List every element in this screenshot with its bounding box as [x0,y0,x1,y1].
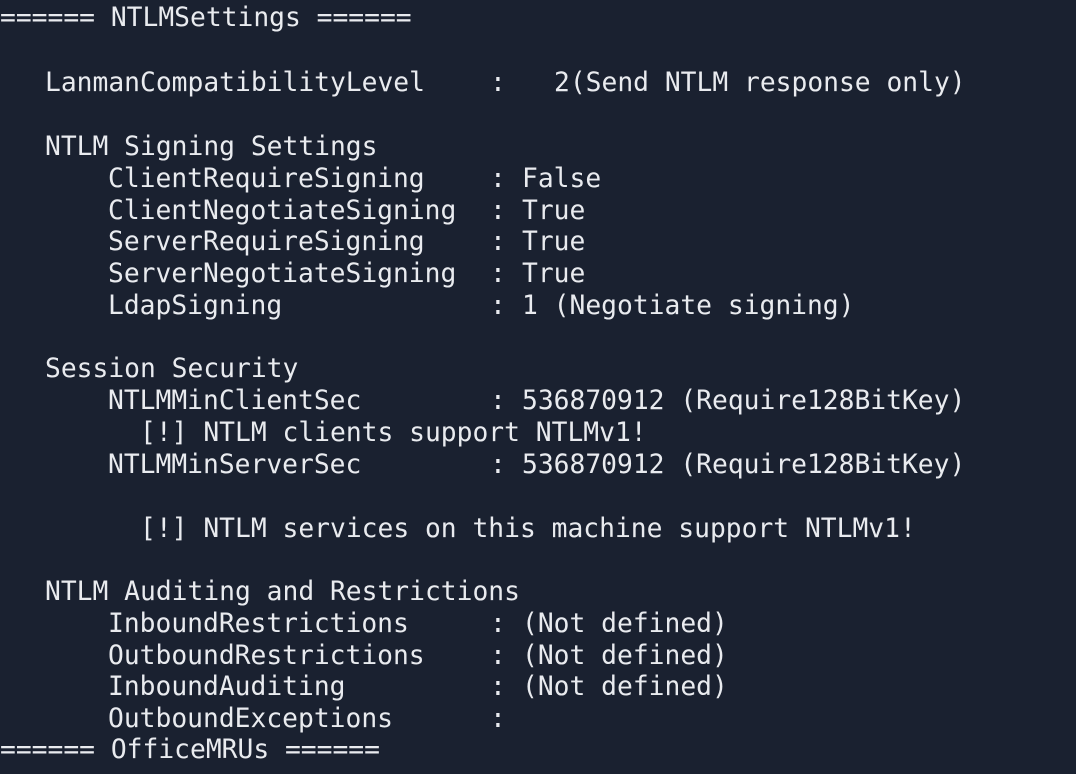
setting-value: (Not defined) [522,672,728,702]
setting-row-inbound-auditing: InboundAuditing : (Not defined) [0,671,728,703]
section-header-ntlmsettings: ====== NTLMSettings ====== [0,2,412,34]
setting-row-server-require-signing: ServerRequireSigning : True [0,226,585,258]
setting-row-ntlm-min-server-sec: NTLMMinServerSec : 536870912 (Require128… [0,449,965,481]
setting-separator: : [490,259,506,289]
group-heading-text: Session Security [45,354,299,384]
setting-row-client-negotiate-signing: ClientNegotiateSigning : True [0,195,585,227]
setting-separator: : [490,68,506,98]
setting-key: OutboundExceptions [108,704,393,734]
setting-row-ldap-signing: LdapSigning : 1 (Negotiate signing) [0,290,854,322]
setting-value: 536870912 (Require128BitKey) [522,386,966,416]
setting-separator: : [490,164,506,194]
setting-value: True [522,227,586,257]
setting-value: False [522,164,602,194]
setting-row-client-require-signing: ClientRequireSigning : False [0,163,601,195]
setting-key: InboundRestrictions [108,609,409,639]
warning-text: [!] NTLM clients support NTLMv1! [140,418,647,448]
setting-value: True [522,196,586,226]
setting-row-ntlm-min-client-sec: NTLMMinClientSec : 536870912 (Require128… [0,385,965,417]
group-heading-text: NTLM Signing Settings [45,132,378,162]
setting-row-server-negotiate-signing: ServerNegotiateSigning : True [0,258,585,290]
setting-key: NTLMMinClientSec [108,386,362,416]
warning-text: [!] NTLM services on this machine suppor… [140,514,916,544]
setting-row-outbound-exceptions: OutboundExceptions : [0,703,506,735]
section-header-officemrus: ====== OfficeMRUs ====== [0,734,380,766]
group-heading-text: NTLM Auditing and Restrictions [45,577,520,607]
setting-separator: : [490,196,506,226]
warning-ntlm-services: [!] NTLM services on this machine suppor… [0,513,916,545]
session-heading: Session Security [0,353,298,385]
setting-separator: : [490,450,506,480]
setting-key: ClientRequireSigning [108,164,425,194]
setting-separator: : [490,291,506,321]
setting-separator: : [490,609,506,639]
signing-heading: NTLM Signing Settings [0,131,377,163]
setting-separator: : [490,641,506,671]
setting-row-lanman: LanmanCompatibilityLevel : 2(Send NTLM r… [0,67,966,99]
setting-key: LanmanCompatibilityLevel [45,68,425,98]
setting-key: InboundAuditing [108,672,346,702]
section-header-text: ====== OfficeMRUs ====== [0,735,380,765]
setting-separator: : [490,672,506,702]
setting-key: LdapSigning [108,291,283,321]
setting-separator: : [490,227,506,257]
warning-ntlm-clients: [!] NTLM clients support NTLMv1! [0,417,647,449]
setting-key: ServerNegotiateSigning [108,259,457,289]
setting-value: 2(Send NTLM response only) [554,68,966,98]
section-header-text: ====== NTLMSettings ====== [0,3,412,33]
setting-row-outbound-restrictions: OutboundRestrictions : (Not defined) [0,640,728,672]
setting-separator: : [490,704,506,734]
setting-key: NTLMMinServerSec [108,450,362,480]
setting-key: OutboundRestrictions [108,641,425,671]
setting-value: 536870912 (Require128BitKey) [522,450,966,480]
setting-key: ClientNegotiateSigning [108,196,457,226]
setting-separator: : [490,386,506,416]
terminal-window[interactable]: ====== NTLMSettings ====== LanmanCompati… [0,0,1076,774]
setting-value: (Not defined) [522,609,728,639]
setting-value: 1 (Negotiate signing) [522,291,855,321]
setting-value: (Not defined) [522,641,728,671]
setting-key: ServerRequireSigning [108,227,425,257]
setting-row-inbound-restrictions: InboundRestrictions : (Not defined) [0,608,728,640]
setting-value: True [522,259,586,289]
auditing-heading: NTLM Auditing and Restrictions [0,576,520,608]
